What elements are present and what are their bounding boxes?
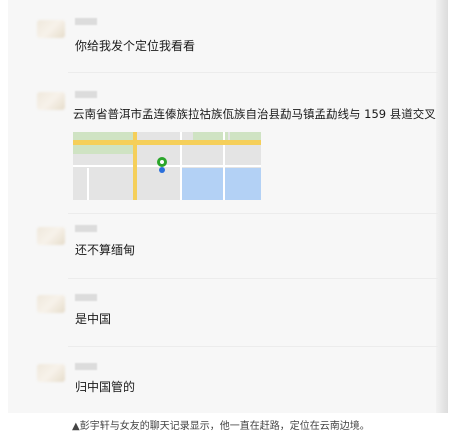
- avatar[interactable]: [37, 227, 65, 245]
- message-text: 你给我发个定位我看看: [75, 39, 196, 53]
- image-caption: ▲彭宇轩与女友的聊天记录显示，他一直在赶路，定位在云南边境。: [72, 421, 370, 432]
- sender-name-blurred: [75, 294, 97, 301]
- chat-panel: 你给我发个定位我看看 云南省普洱市孟连傣族拉祜族佤族自治县勐马镇孟勐线与 159…: [8, 0, 448, 413]
- sender-name-blurred: [75, 363, 97, 370]
- avatar[interactable]: [37, 364, 65, 382]
- divider: [68, 346, 438, 347]
- location-map[interactable]: [73, 132, 261, 200]
- avatar[interactable]: [37, 20, 65, 38]
- sender-name-blurred: [75, 18, 97, 25]
- message-text: 归中国管的: [75, 380, 136, 394]
- divider: [68, 213, 438, 214]
- avatar[interactable]: [37, 295, 65, 313]
- sender-name-blurred: [75, 225, 97, 232]
- sender-name-blurred: [75, 91, 97, 98]
- current-location-dot: [159, 167, 165, 173]
- divider: [68, 72, 438, 73]
- avatar[interactable]: [37, 92, 65, 110]
- message-text: 还不算缅甸: [75, 243, 136, 257]
- divider: [68, 278, 438, 279]
- message-text: 是中国: [75, 312, 112, 326]
- scroll-edge: [436, 0, 448, 413]
- map-pin-icon: [157, 157, 167, 167]
- location-address: 云南省普洱市孟连傣族拉祜族佤族自治县勐马镇孟勐线与 159 县道交叉: [73, 107, 436, 121]
